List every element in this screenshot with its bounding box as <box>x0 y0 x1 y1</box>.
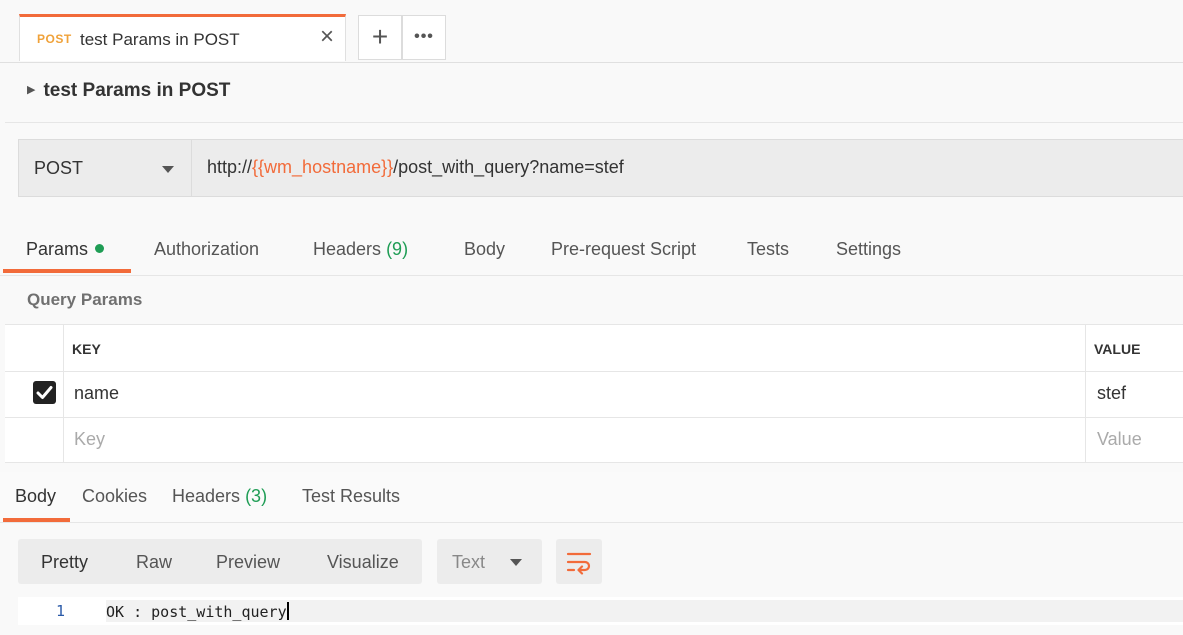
value-column-header: VALUE <box>1094 341 1141 357</box>
response-view-mode: Pretty Raw Preview Visualize <box>18 539 422 584</box>
response-tab-headers-label: Headers <box>172 486 241 506</box>
tab-params-label: Params <box>26 239 89 259</box>
headers-count: (9) <box>386 239 409 259</box>
divider <box>63 325 64 463</box>
caret-right-icon[interactable]: ▶ <box>27 83 35 96</box>
wrap-lines-button[interactable] <box>556 539 602 584</box>
visualize-button[interactable]: Visualize <box>327 552 399 573</box>
new-tab-button[interactable]: + <box>358 15 402 60</box>
line-number: 1 <box>56 602 66 620</box>
checkmark-icon <box>36 386 53 399</box>
url-prefix: http:// <box>207 157 253 177</box>
active-tab-indicator <box>3 269 131 273</box>
url-variable[interactable]: {{wm_hostname}} <box>252 157 393 177</box>
request-tabs: Params Authorization Headers (9) Body Pr… <box>0 225 1183 276</box>
preview-button[interactable]: Preview <box>216 552 280 573</box>
new-value-input[interactable]: Value <box>1097 429 1142 450</box>
request-name-label: test Params in POST <box>43 80 231 101</box>
url-suffix: /post_with_query?name=stef <box>393 157 624 177</box>
param-value-cell[interactable]: stef <box>1097 383 1126 404</box>
url-input[interactable]: http://{{wm_hostname}}/post_with_query?n… <box>191 139 1183 197</box>
format-select[interactable]: Text <box>437 539 542 584</box>
key-column-header: KEY <box>72 341 101 357</box>
request-tab[interactable]: POST test Params in POST × <box>19 14 346 61</box>
more-actions-button[interactable]: ••• <box>402 15 446 60</box>
method-select[interactable]: POST <box>18 139 192 197</box>
param-enabled-checkbox[interactable] <box>33 381 56 404</box>
query-params-title: Query Params <box>27 290 143 309</box>
response-body-line: OK : post_with_query <box>106 603 287 621</box>
url-text: http://{{wm_hostname}}/post_with_query?n… <box>207 157 624 178</box>
tab-authorization[interactable]: Authorization <box>154 239 259 260</box>
tab-settings[interactable]: Settings <box>836 239 901 260</box>
response-body-editor[interactable]: 1 OK : post_with_query <box>18 597 1183 625</box>
format-select-value: Text <box>452 552 486 572</box>
method-select-value: POST <box>34 158 84 178</box>
response-tab-cookies[interactable]: Cookies <box>82 486 147 507</box>
text-cursor <box>286 602 289 620</box>
tab-body[interactable]: Body <box>464 239 505 260</box>
pretty-button[interactable]: Pretty <box>41 552 88 573</box>
response-tab-body[interactable]: Body <box>15 486 56 507</box>
request-name[interactable]: ▶ test Params in POST <box>27 80 230 102</box>
chevron-down-icon <box>162 166 174 173</box>
request-tab-method: POST <box>37 32 72 46</box>
tab-prerequest-script[interactable]: Pre-request Script <box>551 239 696 260</box>
divider <box>5 371 1183 372</box>
response-body-text[interactable]: OK : post_with_query <box>106 602 289 621</box>
chevron-down-icon <box>510 559 522 566</box>
response-tabs: Body Cookies Headers (3) Test Results <box>0 472 1183 523</box>
divider <box>1085 325 1086 463</box>
response-tab-headers[interactable]: Headers (3) <box>172 486 267 507</box>
wrap-lines-icon <box>566 552 592 575</box>
active-response-tab-indicator <box>3 518 70 522</box>
divider <box>5 417 1183 418</box>
raw-button[interactable]: Raw <box>136 552 172 573</box>
response-tab-test-results[interactable]: Test Results <box>302 486 400 507</box>
tab-headers-label: Headers <box>313 239 382 259</box>
tab-headers[interactable]: Headers (9) <box>313 239 408 260</box>
param-key-cell[interactable]: name <box>74 383 119 404</box>
tab-tests[interactable]: Tests <box>747 239 789 260</box>
new-key-input[interactable]: Key <box>74 429 105 450</box>
request-tab-title: test Params in POST <box>80 30 240 49</box>
query-params-table: KEY VALUE name stef Key Value <box>5 324 1183 463</box>
params-active-dot-icon <box>95 244 105 253</box>
close-icon[interactable]: × <box>320 25 334 49</box>
divider <box>5 122 1183 123</box>
tab-params[interactable]: Params <box>26 239 105 260</box>
divider <box>5 462 1183 463</box>
response-headers-count: (3) <box>245 486 268 506</box>
